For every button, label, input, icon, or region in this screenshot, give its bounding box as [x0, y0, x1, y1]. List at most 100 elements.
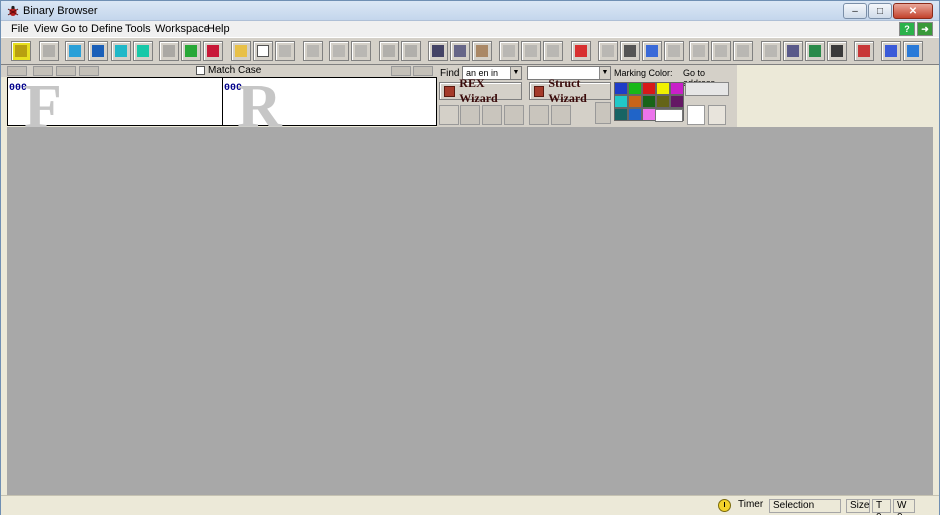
compare-files-button[interactable] — [181, 41, 201, 61]
disabled-tool-8-button[interactable] — [689, 41, 709, 61]
disabled-tool-9-button[interactable] — [733, 41, 753, 61]
tool-d-button[interactable] — [881, 41, 901, 61]
nav-end-button[interactable] — [504, 105, 524, 125]
tool-c-button[interactable] — [854, 41, 874, 61]
properties-button[interactable] — [620, 41, 640, 61]
menu-workspace[interactable]: Workspace — [155, 23, 210, 35]
split-vertical-button[interactable] — [543, 41, 563, 61]
menu-help[interactable]: Help — [207, 23, 230, 35]
exit-icon[interactable]: ➜ — [917, 22, 933, 36]
timer-label: Timer — [735, 499, 767, 513]
search-panel: Find an en in ▼ ▼ Marking Color: Go to a… — [437, 65, 737, 127]
menu-right-tools: ? ➜ — [899, 22, 933, 36]
search-text-button[interactable] — [133, 41, 153, 61]
nav-prev-button[interactable] — [460, 105, 480, 125]
save-icon[interactable] — [379, 41, 399, 61]
title-bar[interactable]: Binary Browser – □ ✕ — [1, 1, 939, 21]
lines-icon[interactable] — [595, 102, 611, 124]
search-structure-button[interactable] — [111, 41, 131, 61]
disabled-tool-6-button[interactable] — [598, 41, 618, 61]
color-swatch-10[interactable] — [614, 108, 628, 121]
color-swatch-4[interactable] — [670, 82, 684, 95]
rex-wizard-button[interactable]: REX Wizard — [439, 76, 522, 105]
disabled-tool-3-button[interactable] — [329, 41, 349, 61]
size-label: Size — [846, 499, 870, 513]
menu-define[interactable]: Define — [91, 23, 123, 35]
menu-view[interactable]: View — [34, 23, 58, 35]
color-swatch-6[interactable] — [628, 95, 642, 108]
selection-label: Selection — [769, 499, 841, 513]
paint-icon[interactable] — [439, 105, 459, 125]
search-binoculars-button[interactable] — [88, 41, 108, 61]
strip-button-5[interactable] — [391, 66, 411, 76]
struct-wizard-icon — [534, 85, 545, 97]
status-bar: Timer Selection Size T 0 W 0 — [1, 495, 939, 515]
color-swatch-0[interactable] — [614, 82, 628, 95]
binary-view-button[interactable] — [642, 41, 662, 61]
clock-icon — [718, 499, 731, 512]
color-swatch-8[interactable] — [656, 95, 670, 108]
window-title: Binary Browser — [23, 5, 98, 17]
menu-tools[interactable]: Tools — [125, 23, 151, 35]
color-swatch-12[interactable] — [642, 108, 656, 121]
refresh-icon[interactable] — [711, 41, 731, 61]
undo-icon[interactable] — [529, 105, 549, 125]
grid-icon[interactable] — [687, 105, 705, 125]
compare-disabled-button[interactable] — [159, 41, 179, 61]
disabled-tool-5-button[interactable] — [401, 41, 421, 61]
paste-icon[interactable] — [472, 41, 492, 61]
menu-goto[interactable]: Go to — [61, 23, 88, 35]
minimize-button[interactable]: – — [843, 3, 867, 19]
disabled-tool-4-button[interactable] — [351, 41, 371, 61]
copy-icon[interactable] — [450, 41, 470, 61]
main-toolbar — [1, 37, 939, 65]
color-swatch-1[interactable] — [628, 82, 642, 95]
tile-windows-button[interactable] — [499, 41, 519, 61]
tool-e-button[interactable] — [903, 41, 923, 61]
marking-color-label: Marking Color: — [614, 68, 673, 78]
redo-icon[interactable] — [551, 105, 571, 125]
goto-address-input[interactable] — [685, 82, 729, 96]
search-options-strip: Match Case — [1, 65, 437, 77]
new-file-button[interactable] — [253, 41, 273, 61]
cut-icon[interactable] — [428, 41, 448, 61]
search-file-button[interactable] — [65, 41, 85, 61]
color-swatch-3[interactable] — [656, 82, 670, 95]
disabled-tool-1-button[interactable] — [39, 41, 59, 61]
color-swatch-11[interactable] — [628, 108, 642, 121]
nav-next-button[interactable] — [482, 105, 502, 125]
maximize-button[interactable]: □ — [868, 3, 892, 19]
home-icon[interactable] — [708, 105, 726, 125]
color-swatch-7[interactable] — [642, 95, 656, 108]
wizard-icon-button[interactable] — [11, 41, 31, 61]
app-bug-icon — [7, 5, 19, 16]
menu-bar: File View Go to Define Tools Workspace H… — [1, 21, 939, 37]
color-swatch-5[interactable] — [614, 95, 628, 108]
color-marking-button[interactable] — [571, 41, 591, 61]
t-value: T 0 — [872, 499, 891, 515]
match-case-checkbox[interactable] — [196, 66, 205, 75]
close-button[interactable]: ✕ — [893, 3, 933, 19]
menu-file[interactable]: File — [11, 23, 29, 35]
split-horizontal-button[interactable] — [521, 41, 541, 61]
disabled-tool-7-button[interactable] — [664, 41, 684, 61]
window-layout-button[interactable] — [275, 41, 295, 61]
help-button[interactable]: ? — [899, 22, 915, 36]
view-hex-button[interactable] — [203, 41, 223, 61]
struct-wizard-button[interactable]: Struct Wizard — [529, 76, 611, 105]
disabled-tool-2-button[interactable] — [303, 41, 323, 61]
balance-icon[interactable] — [827, 41, 847, 61]
strip-button-6[interactable] — [413, 66, 433, 76]
open-folder-button[interactable] — [231, 41, 251, 61]
w-value: W 0 — [893, 499, 915, 515]
color-swatch-2[interactable] — [642, 82, 656, 95]
find-label: Find — [440, 68, 460, 79]
tool-a-button[interactable] — [783, 41, 803, 61]
workspace-area[interactable] — [7, 127, 933, 495]
tool-b-button[interactable] — [805, 41, 825, 61]
color-swatch-9[interactable] — [670, 95, 684, 108]
right-hex-pane[interactable]: 000 R — [222, 73, 437, 141]
strip-button-4[interactable] — [79, 66, 99, 76]
filter-icon[interactable] — [761, 41, 781, 61]
left-hex-pane[interactable]: 000 F — [7, 73, 223, 141]
